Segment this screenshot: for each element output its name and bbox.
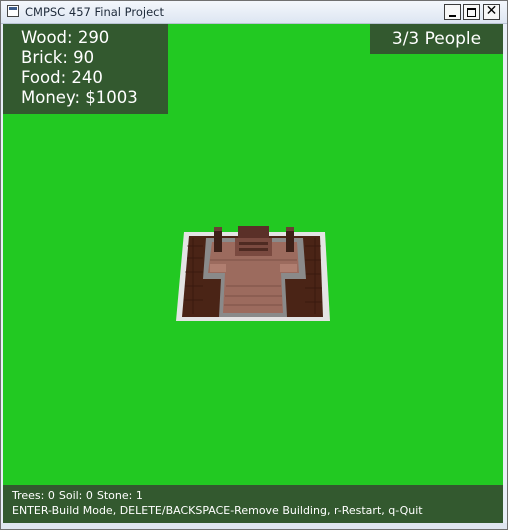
window-bottom-border	[1, 523, 507, 529]
maximize-button[interactable]	[463, 4, 480, 20]
game-viewport[interactable]: Wood: 290 Brick: 90 Food: 240 Money: $10…	[3, 24, 503, 485]
pillar-right-cap	[286, 227, 294, 231]
app-window: CMPSC 457 Final Project ✕ Wood: 290 Bric…	[0, 0, 508, 530]
food-count: Food: 240	[21, 68, 103, 87]
altar-body	[235, 238, 272, 256]
pillar-left-cap	[214, 227, 222, 231]
left-step	[210, 264, 226, 272]
soil-count: Soil: 0	[58, 489, 93, 502]
title-bar[interactable]: CMPSC 457 Final Project ✕	[1, 1, 507, 24]
resource-panel: Wood: 290 Brick: 90 Food: 240 Money: $10…	[3, 24, 168, 114]
altar-detail	[239, 242, 268, 245]
pillar-right	[286, 229, 294, 252]
brick-count: Brick: 90	[21, 48, 95, 67]
altar-top	[238, 226, 269, 239]
close-icon: ✕	[485, 3, 498, 19]
close-button[interactable]: ✕	[483, 3, 500, 20]
tile-counts: Trees: 0 Soil: 0 Stone: 1	[12, 489, 147, 502]
altar-detail	[239, 248, 268, 251]
app-icon	[7, 5, 19, 17]
controls-help: ENTER-Build Mode, DELETE/BACKSPACE-Remov…	[12, 504, 423, 517]
pillar-left	[214, 229, 222, 252]
population-panel: 3/3 People	[370, 24, 503, 54]
window-title: CMPSC 457 Final Project	[25, 5, 164, 19]
wood-count: Wood: 290	[21, 28, 110, 47]
money-count: Money: $1003	[21, 88, 138, 107]
status-bar: Trees: 0 Soil: 0 Stone: 1 ENTER-Build Mode…	[3, 485, 503, 523]
right-step	[280, 264, 297, 272]
trees-count: Trees: 0	[12, 489, 55, 502]
minimize-button[interactable]	[444, 4, 461, 20]
stone-count: Stone: 1	[96, 489, 143, 502]
